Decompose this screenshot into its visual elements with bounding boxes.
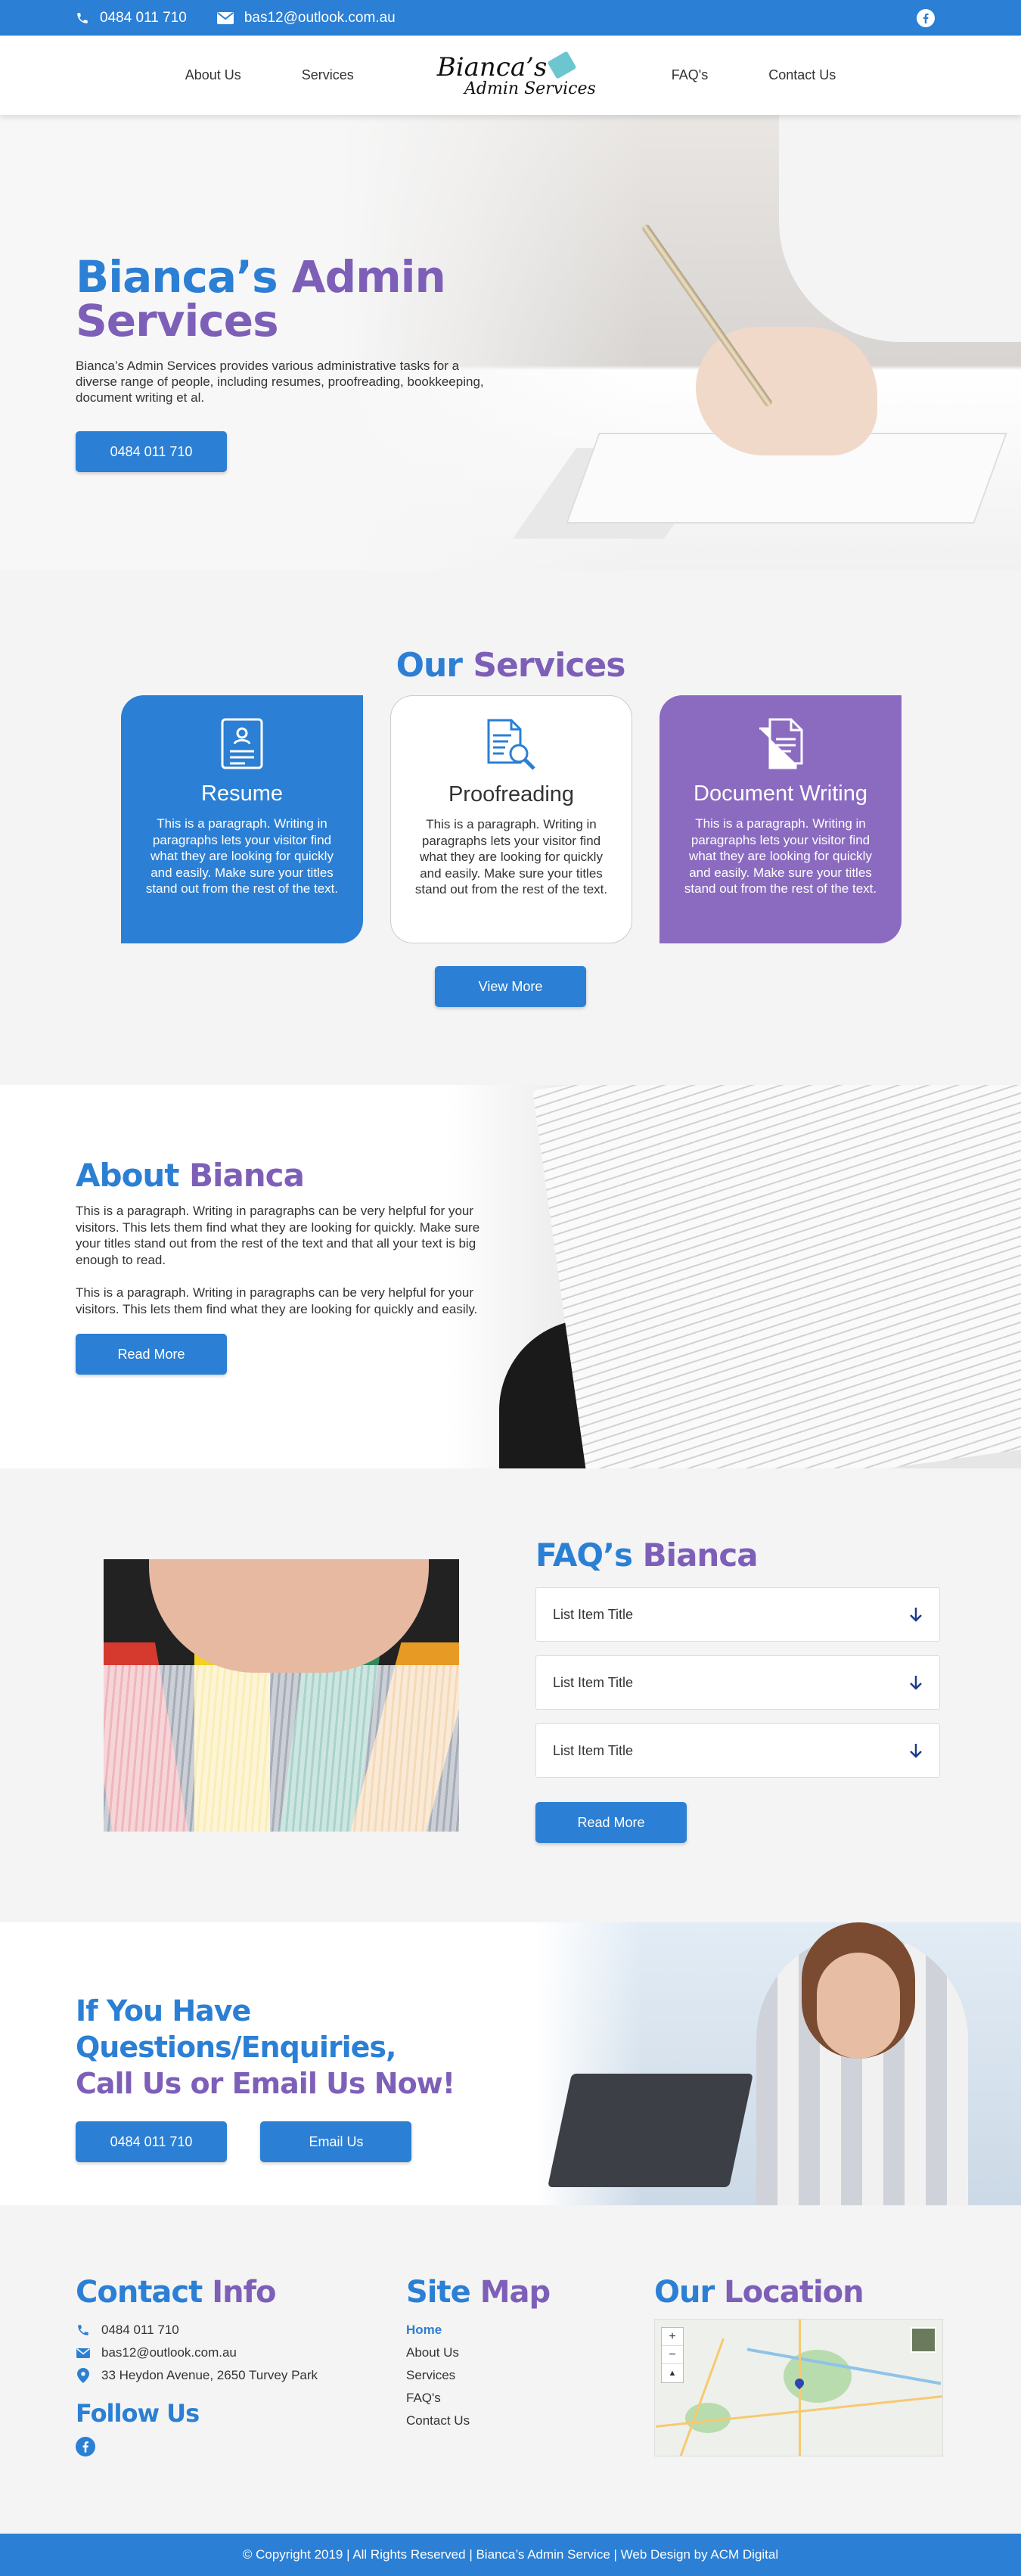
location-title: Our Location [654,2275,864,2310]
site-map-title: Site Map [406,2275,551,2310]
view-more-button[interactable]: View More [435,966,586,1007]
topbar-email[interactable]: bas12@outlook.com.au [216,9,396,26]
services-section: Our Services Resume This is a paragraph.… [0,570,1021,1085]
faq-item[interactable]: List Item Title [535,1723,940,1778]
nav-contact-us[interactable]: Contact Us [768,67,836,83]
top-bar: 0484 011 710 bas12@outlook.com.au [0,0,1021,36]
hero-title: Bianca’s Admin Services [76,251,446,346]
contact-info-title: Contact Info [76,2275,276,2310]
topbar-phone[interactable]: 0484 011 710 [76,10,187,26]
service-text: This is a paragraph. Writing in paragrap… [145,816,339,896]
service-card-document-writing[interactable]: Document Writing This is a paragraph. Wr… [659,695,902,943]
hero-phone-button[interactable]: 0484 011 710 [76,431,227,472]
nav-faqs[interactable]: FAQ's [672,67,708,83]
services-title: Our Services [396,646,626,685]
topbar-phone-text: 0484 011 710 [100,9,187,26]
footer-phone[interactable]: 0484 011 710 [76,2319,318,2341]
about-image [446,1085,1021,1468]
faq-item-title: List Item Title [553,1742,634,1758]
footer-email[interactable]: bas12@outlook.com.au [76,2341,318,2364]
site-map: Site Map Home About Us Services FAQ's Co… [406,2275,551,2432]
enquiry-phone-button[interactable]: 0484 011 710 [76,2121,227,2162]
faq-item[interactable]: List Item Title [535,1655,940,1710]
footer: Contact Info 0484 011 710 bas12@outlook.… [0,2205,1021,2534]
service-text: This is a paragraph. Writing in paragrap… [414,817,608,896]
document-search-icon [487,719,535,770]
facebook-icon [917,8,935,27]
main-nav: About Us Services Bianca’s Admin Service… [0,36,1021,115]
resume-icon [221,718,263,769]
about-title: About Bianca [76,1157,305,1194]
service-title: Document Writing [694,782,867,806]
topbar-email-text: bas12@outlook.com.au [244,9,396,26]
zoom-in-button[interactable]: + [662,2328,683,2346]
about-section: About Bianca This is a paragraph. Writin… [0,1085,1021,1468]
map-zoom-controls: + − ▲ [661,2327,684,2383]
faq-section: FAQ’s Bianca List Item Title List Item T… [0,1468,1021,1922]
envelope-icon [216,11,234,24]
copyright-bar: © Copyright 2019 | All Rights Reserved |… [0,2534,1021,2576]
sitemap-link-services[interactable]: Services [406,2364,550,2387]
enquiry-title: If You Have Questions/Enquiries, Call Us… [76,1994,455,2100]
service-card-proofreading[interactable]: Proofreading This is a paragraph. Writin… [390,695,632,943]
faq-item-title: List Item Title [553,1674,634,1690]
service-card-resume[interactable]: Resume This is a paragraph. Writing in p… [121,695,363,943]
service-text: This is a paragraph. Writing in paragrap… [684,816,877,896]
faq-image [104,1559,459,1832]
arrow-down-icon [910,1676,922,1690]
enquiry-email-button[interactable]: Email Us [260,2121,412,2162]
enquiry-image [537,1922,1021,2205]
enquiry-content: If You Have Questions/Enquiries, Call Us… [76,1993,529,2162]
sitemap-link-home[interactable]: Home [406,2319,550,2341]
hero-section: Bianca’s Admin Services Bianca’s Admin S… [0,115,1021,570]
faq-read-more-button[interactable]: Read More [535,1802,687,1843]
arrow-down-icon [910,1608,922,1622]
map-pin-icon [77,2368,89,2383]
hero-content: Bianca’s Admin Services Bianca’s Admin S… [76,255,499,472]
facebook-icon[interactable] [76,2437,95,2456]
service-title: Resume [201,782,283,806]
faq-item[interactable]: List Item Title [535,1587,940,1642]
phone-icon [78,2325,88,2335]
faq-item-title: List Item Title [553,1606,634,1622]
phone-icon [77,12,88,23]
about-read-more-button[interactable]: Read More [76,1334,227,1375]
documents-icon [759,718,803,769]
zoom-out-button[interactable]: − [662,2346,683,2364]
satellite-toggle[interactable] [911,2327,936,2353]
contact-info: Contact Info 0484 011 710 bas12@outlook.… [76,2275,318,2460]
service-title: Proofreading [448,782,575,806]
envelope-icon [76,2348,90,2358]
our-location: Our Location + − ▲ [654,2275,943,2456]
sitemap-link-faqs[interactable]: FAQ's [406,2387,550,2410]
sitemap-link-contact-us[interactable]: Contact Us [406,2410,550,2432]
nav-services[interactable]: Services [302,67,354,83]
hero-description: Bianca’s Admin Services provides various… [76,359,484,405]
sitemap-link-about-us[interactable]: About Us [406,2341,550,2364]
service-cards: Resume This is a paragraph. Writing in p… [121,695,902,943]
about-content: About Bianca This is a paragraph. Writin… [76,1157,499,1375]
facebook-link[interactable] [917,8,945,27]
about-paragraph-1: This is a paragraph. Writing in paragrap… [76,1204,480,1267]
arrow-down-icon [910,1744,922,1758]
footer-address: 33 Heydon Avenue, 2650 Turvey Park [76,2364,318,2387]
faq-title: FAQ’s Bianca [535,1537,759,1574]
north-button[interactable]: ▲ [662,2364,683,2382]
location-map[interactable]: + − ▲ [654,2319,943,2456]
site-logo[interactable]: Bianca’s Admin Services [430,51,596,98]
nav-about-us[interactable]: About Us [185,67,241,83]
about-paragraph-2: This is a paragraph. Writing in paragrap… [76,1285,478,1316]
enquiry-section: If You Have Questions/Enquiries, Call Us… [0,1922,1021,2205]
faq-content: FAQ’s Bianca List Item Title List Item T… [535,1537,940,1843]
follow-us-title: Follow Us [76,2399,200,2428]
